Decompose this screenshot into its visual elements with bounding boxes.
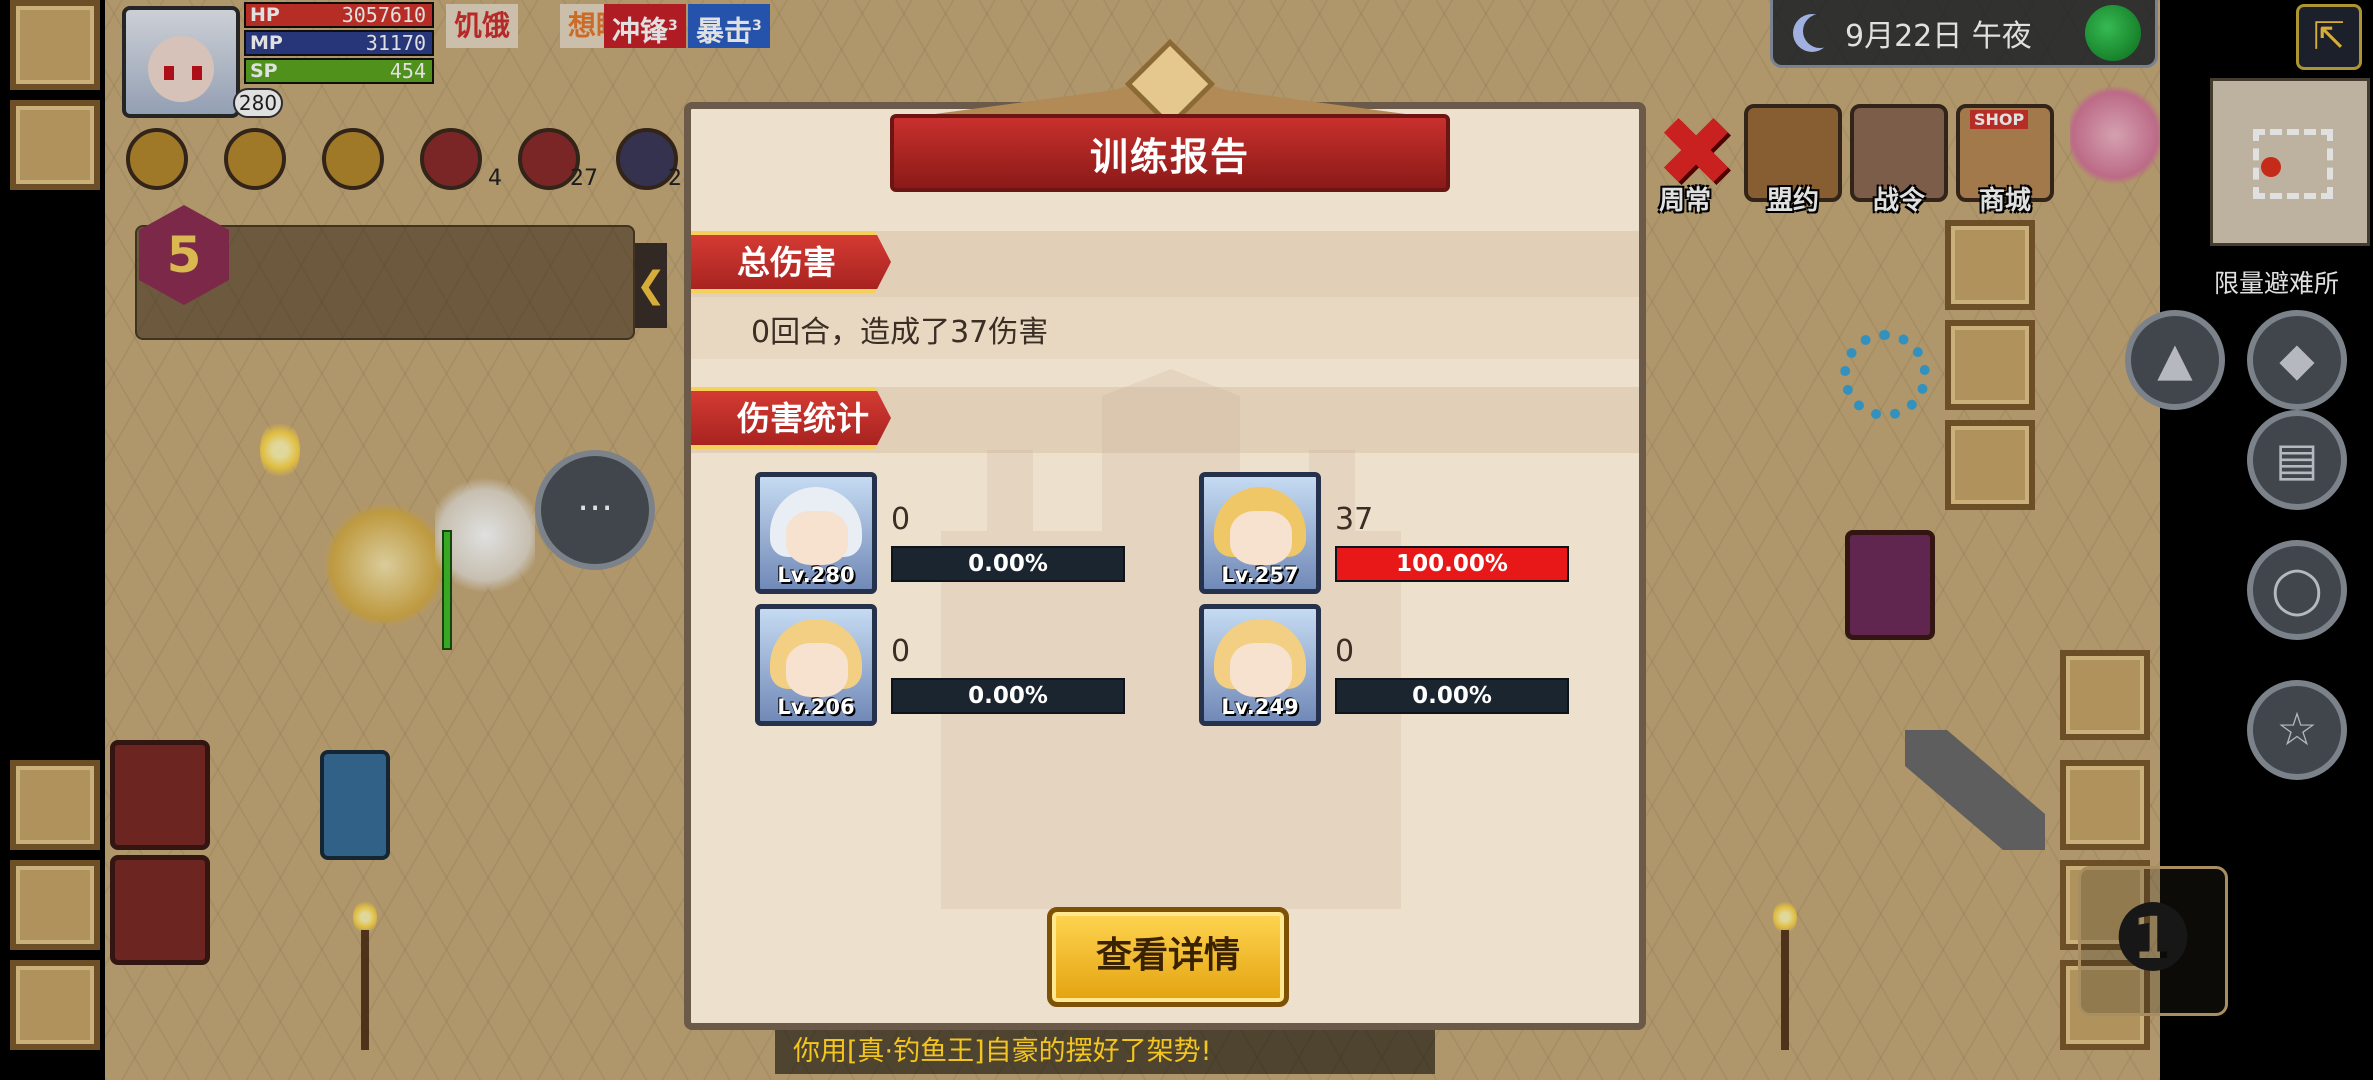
char-damage: 37 [1335,502,1374,537]
char-level: Lv.257 [1221,563,1299,587]
dialog-header: 训练报告 [890,38,1450,192]
char-avatar: Lv.206 [755,604,877,726]
char-damage: 0 [891,634,911,669]
damage-entry[interactable]: Lv.249 0 0.00% [1199,604,1579,726]
char-damage: 0 [891,502,911,537]
damage-entry[interactable]: Lv.257 37 100.00% [1199,472,1579,594]
combat-log-message: 你用[真·钓鱼王]自豪的摆好了架势! [775,1030,1435,1074]
title-ribbon: 训练报告 [890,114,1450,192]
damage-share-bar: 100.00% [1335,546,1569,582]
dialog-title: 训练报告 [1089,134,1250,179]
char-level: Lv.280 [777,563,855,587]
char-avatar: Lv.280 [755,472,877,594]
damage-share-percent: 0.00% [968,551,1048,577]
total-damage-text: 0回合，造成了37伤害 [751,315,1049,350]
char-avatar: Lv.257 [1199,472,1321,594]
char-level: Lv.206 [777,695,855,719]
damage-entry[interactable]: Lv.206 0 0.00% [755,604,1135,726]
damage-share-percent: 100.00% [1396,551,1508,577]
damage-share-bar: 0.00% [891,546,1125,582]
view-details-button[interactable]: 查看详情 [1047,907,1289,1007]
damage-share-bar: 0.00% [1335,678,1569,714]
char-damage: 0 [1335,634,1355,669]
avatar-face [1230,511,1292,565]
total-damage-tag: 总伤害 [691,231,891,293]
training-report-dialog: 总伤害 0回合，造成了37伤害 伤害统计 Lv.280 0 0.00% Lv.2… [684,102,1646,1030]
char-level: Lv.249 [1221,695,1299,719]
damage-share-percent: 0.00% [1412,683,1492,709]
damage-entry[interactable]: Lv.280 0 0.00% [755,472,1135,594]
avatar-face [786,643,848,697]
total-damage-row: 0回合，造成了37伤害 [691,297,1639,359]
damage-share-bar: 0.00% [891,678,1125,714]
char-avatar: Lv.249 [1199,604,1321,726]
damage-stats-tag: 伤害统计 [691,387,891,449]
damage-share-percent: 0.00% [968,683,1048,709]
avatar-face [1230,643,1292,697]
avatar-face [786,511,848,565]
